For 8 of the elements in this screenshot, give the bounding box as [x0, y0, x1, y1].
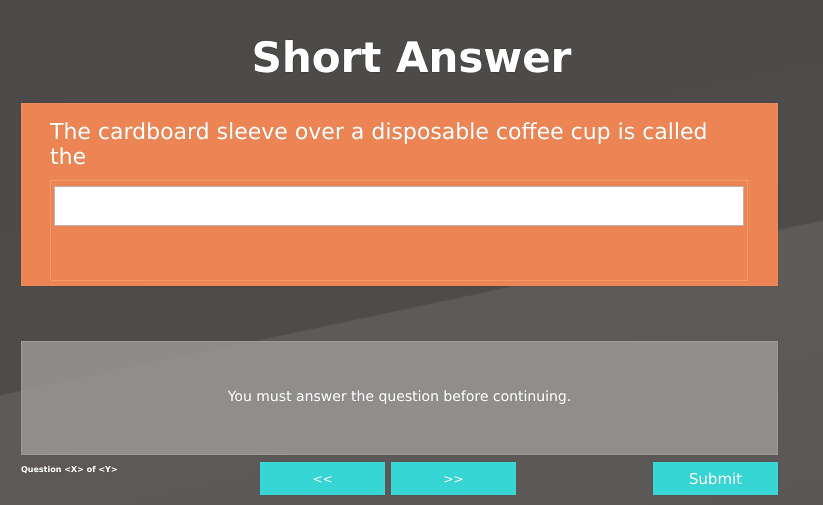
- question-counter: Question <X> of <Y>: [21, 464, 119, 474]
- previous-button[interactable]: <<: [260, 462, 385, 495]
- feedback-message: You must answer the question before continuing.: [228, 389, 572, 407]
- answer-field[interactable]: [54, 186, 744, 226]
- question-text: The cardboard sleeve over a disposable coffee cup is called the: [50, 120, 709, 170]
- next-button[interactable]: >>: [391, 462, 516, 495]
- slide-title: Short Answer: [250, 32, 572, 84]
- submit-button[interactable]: Submit: [653, 462, 778, 495]
